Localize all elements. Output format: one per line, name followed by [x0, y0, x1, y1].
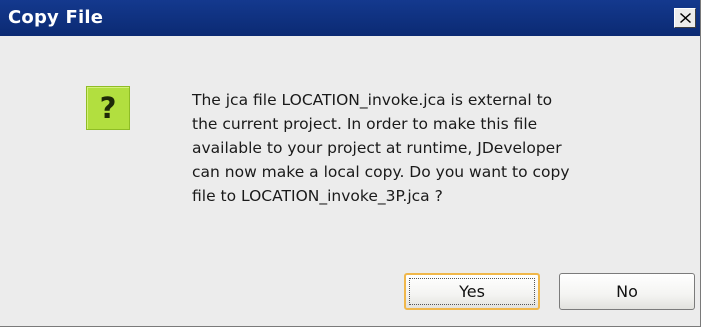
message-line: can now make a local copy. Do you want t…	[192, 163, 570, 181]
message-line: available to your project at runtime, JD…	[192, 139, 562, 157]
dialog-title: Copy File	[8, 7, 104, 28]
yes-button-label: Yes	[459, 282, 485, 301]
yes-button[interactable]: Yes	[404, 273, 540, 310]
question-mark-glyph: ?	[99, 91, 117, 125]
dialog-message: The jca file LOCATION_invoke.jca is exte…	[192, 88, 692, 208]
message-line: the current project. In order to make th…	[192, 115, 538, 133]
question-mark-icon: ?	[86, 86, 130, 130]
close-icon	[680, 13, 691, 23]
close-button[interactable]	[674, 8, 696, 28]
no-button-label: No	[616, 282, 638, 301]
no-button[interactable]: No	[559, 273, 695, 310]
message-line: file to LOCATION_invoke_3P.jca ?	[192, 187, 443, 205]
copy-file-dialog: Copy File ? The jca file LOCATION_invoke…	[0, 0, 701, 327]
message-line: The jca file LOCATION_invoke.jca is exte…	[192, 91, 553, 109]
title-bar[interactable]: Copy File	[0, 0, 700, 36]
